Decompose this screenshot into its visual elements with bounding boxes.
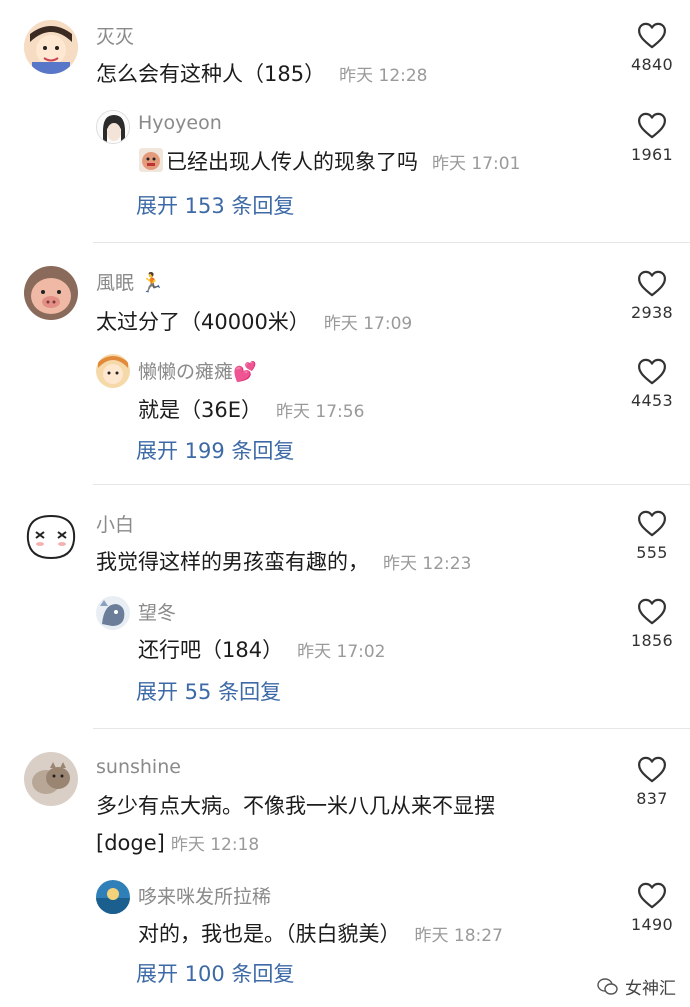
reply-username[interactable]: Hyoyeon bbox=[138, 112, 222, 134]
heart-icon bbox=[637, 358, 667, 385]
heart-icon bbox=[637, 112, 667, 139]
comment-text: 多少有点大病。不像我一米八几从来不显摆 bbox=[96, 794, 495, 818]
heart-icon bbox=[637, 270, 667, 297]
comment-body: 太过分了（40000米） bbox=[96, 310, 310, 334]
reply-avatar[interactable] bbox=[96, 880, 130, 914]
comment-text: 怎么会有这种人（185） 昨天 12:28 bbox=[96, 58, 428, 88]
expand-replies-link[interactable]: 展开 55 条回复 bbox=[136, 676, 281, 706]
reply-time: 昨天 17:02 bbox=[297, 642, 386, 662]
avatar[interactable] bbox=[24, 266, 78, 320]
reply-username[interactable]: 哆来咪发所拉稀 bbox=[138, 882, 271, 909]
comment-username[interactable]: sunshine bbox=[96, 756, 181, 778]
like-count: 1856 bbox=[631, 631, 673, 650]
comment-username-text: 風眠 bbox=[96, 272, 135, 294]
hearts-icon: 💕 bbox=[233, 361, 257, 383]
avatar[interactable] bbox=[24, 20, 78, 74]
like-button[interactable]: 555 bbox=[628, 510, 676, 562]
comment-username[interactable]: 小白 bbox=[96, 510, 134, 537]
like-button[interactable]: 837 bbox=[628, 756, 676, 808]
like-button[interactable]: 4453 bbox=[628, 358, 676, 410]
watermark: 女神汇 bbox=[597, 974, 676, 999]
reply-text: 对的，我也是。（肤白貌美） 昨天 18:27 bbox=[138, 918, 503, 948]
expand-replies-link[interactable]: 展开 100 条回复 bbox=[136, 958, 294, 988]
reply-body: 对的，我也是。（肤白貌美） bbox=[138, 922, 401, 946]
reply-time: 昨天 17:01 bbox=[432, 154, 521, 174]
like-count: 837 bbox=[636, 789, 668, 808]
reply-body: 已经出现人传人的现象了吗 bbox=[166, 150, 418, 174]
expand-replies-link[interactable]: 展开 199 条回复 bbox=[136, 435, 294, 465]
like-count: 555 bbox=[636, 543, 668, 562]
avatar[interactable] bbox=[22, 506, 80, 564]
reply-avatar[interactable] bbox=[96, 110, 130, 144]
heart-icon bbox=[637, 756, 667, 783]
like-button[interactable]: 2938 bbox=[628, 270, 676, 322]
watermark-text: 女神汇 bbox=[625, 979, 676, 999]
comment-time: 昨天 17:09 bbox=[323, 314, 413, 334]
wechat-icon bbox=[597, 977, 618, 995]
comment-time: 昨天 12:28 bbox=[339, 66, 428, 86]
like-count: 2938 bbox=[631, 303, 673, 322]
like-count: 4840 bbox=[631, 55, 673, 74]
reply-username[interactable]: 望冬 bbox=[138, 598, 176, 625]
doge-emoji: [doge] bbox=[96, 831, 165, 855]
reply-text: 就是（36E） 昨天 17:56 bbox=[138, 394, 364, 424]
like-count: 1490 bbox=[631, 915, 673, 934]
comment-time: 昨天 12:23 bbox=[383, 554, 472, 574]
comment-username[interactable]: 灭灭 bbox=[96, 22, 134, 49]
comment-time: 昨天 12:18 bbox=[170, 835, 260, 855]
like-count: 4453 bbox=[631, 391, 673, 410]
divider bbox=[93, 484, 690, 485]
like-button[interactable]: 4840 bbox=[628, 22, 676, 74]
like-button[interactable]: 1961 bbox=[628, 112, 676, 164]
reply-username-text: 懒懒の瘫瘫 bbox=[138, 361, 234, 383]
like-count: 1961 bbox=[631, 145, 673, 164]
reply-username[interactable]: 懒懒の瘫瘫💕 bbox=[138, 357, 257, 384]
reply-text: 已经出现人传人的现象了吗 昨天 17:01 bbox=[138, 146, 520, 178]
heart-icon bbox=[637, 510, 667, 537]
comment-text-line2: [doge] 昨天 12:18 bbox=[96, 830, 259, 855]
like-button[interactable]: 1856 bbox=[628, 598, 676, 650]
reply-time: 昨天 18:27 bbox=[414, 926, 503, 946]
divider bbox=[93, 242, 690, 243]
reply-time: 昨天 17:56 bbox=[276, 402, 365, 422]
comment-text: 太过分了（40000米） 昨天 17:09 bbox=[96, 306, 412, 336]
like-button[interactable]: 1490 bbox=[628, 882, 676, 934]
heart-icon bbox=[637, 22, 667, 49]
reply-avatar[interactable] bbox=[96, 354, 130, 388]
reply-body: 就是（36E） bbox=[138, 398, 262, 422]
reply-avatar[interactable] bbox=[96, 596, 130, 630]
comment-body: 我觉得这样的男孩蛮有趣的， bbox=[96, 550, 369, 574]
sticker-icon bbox=[138, 147, 164, 178]
comment-text: 我觉得这样的男孩蛮有趣的， 昨天 12:23 bbox=[96, 546, 471, 576]
avatar[interactable] bbox=[24, 752, 78, 806]
runner-icon: 🏃 bbox=[140, 272, 164, 294]
heart-icon bbox=[637, 598, 667, 625]
divider bbox=[93, 728, 690, 729]
comment-body: 怎么会有这种人（185） bbox=[96, 62, 326, 86]
comment-username[interactable]: 風眠 🏃 bbox=[96, 268, 164, 295]
expand-replies-link[interactable]: 展开 153 条回复 bbox=[136, 190, 294, 220]
heart-icon bbox=[637, 882, 667, 909]
reply-text: 还行吧（184） 昨天 17:02 bbox=[138, 634, 386, 664]
reply-body: 还行吧（184） bbox=[138, 638, 284, 662]
